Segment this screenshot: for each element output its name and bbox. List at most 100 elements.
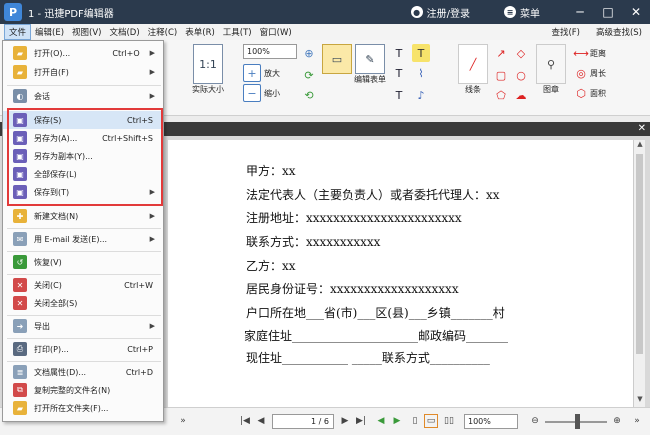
doc-line: 乙方：xx bbox=[246, 259, 296, 273]
menu-item-close[interactable]: ✕ 关闭(C) Ctrl+W bbox=[3, 276, 163, 294]
menu-view[interactable]: 视图(V) bbox=[68, 25, 105, 39]
menu-item-revert[interactable]: ↺ 恢复(V) bbox=[3, 253, 163, 271]
distance-button[interactable]: ⟷ 距离 bbox=[573, 44, 606, 62]
perimeter-button[interactable]: ◎ 周长 bbox=[574, 64, 606, 82]
menu-bar: 文件 编辑(E) 视图(V) 文档(D) 注释(C) 表单(R) 工具(T) 窗… bbox=[0, 24, 650, 40]
polyline-button[interactable]: ◇ bbox=[512, 44, 530, 62]
line-icon: ╱ bbox=[458, 44, 488, 84]
main-menu-button[interactable]: ≡ 菜单 bbox=[504, 5, 540, 20]
actual-size-button[interactable]: 1:1 实际大小 bbox=[192, 44, 224, 95]
menu-file[interactable]: 文件 bbox=[4, 24, 32, 40]
zoom-out-status-icon[interactable]: ⊖ bbox=[528, 414, 542, 428]
menu-item-print[interactable]: ⎙ 打印(P)... Ctrl+P bbox=[3, 340, 163, 358]
menu-item-export[interactable]: ➜ 导出 ▶ bbox=[3, 317, 163, 335]
menu-comment[interactable]: 注释(C) bbox=[144, 25, 182, 39]
menu-edit[interactable]: 编辑(E) bbox=[31, 25, 68, 39]
scroll-up-icon[interactable]: ▲ bbox=[634, 140, 646, 152]
back-icon[interactable]: ◀ bbox=[374, 414, 388, 428]
submenu-arrow-icon: ▶ bbox=[149, 235, 155, 243]
revert-icon: ↺ bbox=[13, 255, 27, 269]
folder-icon: ▰ bbox=[13, 65, 27, 79]
continuous-page-icon[interactable]: ▭ bbox=[424, 414, 438, 428]
window-title: 1 - 迅捷PDF编辑器 bbox=[28, 8, 114, 20]
arrow-button[interactable]: ↗ bbox=[492, 44, 510, 62]
textbox-icon: T bbox=[395, 66, 403, 80]
menu-item-session[interactable]: ◐ 会话 ▶ bbox=[3, 87, 163, 105]
sound-button[interactable]: ♪ bbox=[412, 86, 430, 104]
minimize-button[interactable]: ─ bbox=[566, 0, 594, 24]
status-zoom-select[interactable]: 100% bbox=[464, 414, 518, 429]
single-page-icon[interactable]: ▯ bbox=[408, 414, 422, 428]
menu-item-close-all[interactable]: ✕ 关闭全部(S) bbox=[3, 294, 163, 312]
area-button[interactable]: ⬡ 面积 bbox=[574, 84, 606, 102]
menu-item-copy-filename[interactable]: ⧉ 复制完整的文件名(N) bbox=[3, 381, 163, 399]
menu-item-open-folder[interactable]: ▰ 打开所在文件夹(F)... bbox=[3, 399, 163, 417]
submenu-arrow-icon: ▶ bbox=[149, 49, 155, 57]
rotate-button[interactable]: ⟳ bbox=[300, 66, 318, 84]
menu-item-email[interactable]: ✉ 用 E-mail 发送(E)... ▶ bbox=[3, 230, 163, 248]
callout-button[interactable]: T bbox=[390, 86, 408, 104]
polygon-button[interactable]: ⬠ bbox=[492, 86, 510, 104]
text-field-button[interactable]: T bbox=[390, 44, 408, 62]
ellipse-icon: ○ bbox=[516, 68, 526, 82]
more-status-icon[interactable]: » bbox=[630, 414, 644, 428]
maximize-button[interactable]: □ bbox=[594, 0, 622, 24]
prev-page-icon[interactable]: ◀ bbox=[254, 414, 268, 428]
scroll-thumb[interactable] bbox=[636, 154, 643, 354]
main-menu-label: 菜单 bbox=[520, 8, 540, 20]
cloud-button[interactable]: ☁ bbox=[512, 86, 530, 104]
forward-icon[interactable]: ▶ bbox=[390, 414, 404, 428]
menu-form[interactable]: 表单(R) bbox=[181, 25, 219, 39]
more-icon[interactable]: » bbox=[176, 414, 190, 428]
menu-item-open[interactable]: ▰ 打开(O)... Ctrl+O ▶ bbox=[3, 44, 163, 62]
doc-line: 注册地址：xxxxxxxxxxxxxxxxxxxxxxx bbox=[246, 211, 462, 225]
menu-window[interactable]: 窗口(W) bbox=[256, 25, 296, 39]
ellipse-button[interactable]: ○ bbox=[512, 66, 530, 84]
rectangle-button[interactable]: ▢ bbox=[492, 66, 510, 84]
zoom-out-button[interactable]: − 缩小 bbox=[243, 84, 280, 102]
app-logo-icon: P bbox=[4, 3, 22, 21]
line-button[interactable]: ╱ 线条 bbox=[458, 44, 488, 95]
login-button[interactable]: ● 注册/登录 bbox=[410, 5, 470, 20]
speaker-icon: ♪ bbox=[417, 88, 425, 102]
zoom-in-button[interactable]: + 放大 bbox=[243, 64, 280, 82]
advanced-find-button[interactable]: 高级查找(S) bbox=[592, 25, 646, 39]
zoom-slider-thumb[interactable] bbox=[575, 414, 580, 429]
open-folder-icon: ▰ bbox=[13, 401, 27, 415]
menu-item-open-from[interactable]: ▰ 打开自(F) ▶ bbox=[3, 63, 163, 81]
menu-item-new-document[interactable]: ✚ 新建文档(N) ▶ bbox=[3, 207, 163, 225]
textbox-button[interactable]: T bbox=[390, 64, 408, 82]
attach-file-button[interactable]: ⌇ bbox=[412, 64, 430, 82]
find-button[interactable]: 查找(F) bbox=[547, 25, 584, 39]
stamp-button[interactable]: ⚲ 图章 bbox=[536, 44, 566, 95]
doc-line: 现住址___________ _____联系方式__________ bbox=[246, 351, 490, 365]
stamp-label: 图章 bbox=[543, 85, 559, 94]
zoom-tool-button[interactable]: ⊕ bbox=[300, 44, 318, 62]
last-page-icon[interactable]: ▶| bbox=[354, 414, 368, 428]
submenu-arrow-icon: ▶ bbox=[149, 68, 155, 76]
edit-form-button[interactable]: ✎ 编辑表单 bbox=[354, 44, 386, 85]
menu-document[interactable]: 文档(D) bbox=[105, 25, 143, 39]
zoom-in-status-icon[interactable]: ⊕ bbox=[610, 414, 624, 428]
scroll-down-icon[interactable]: ▼ bbox=[634, 395, 646, 407]
zoom-select[interactable]: 100% bbox=[243, 44, 297, 59]
page-number-input[interactable]: 1 / 6 bbox=[272, 414, 334, 429]
menu-item-properties[interactable]: ≣ 文档属性(D)... Ctrl+D bbox=[3, 363, 163, 381]
refresh-button[interactable]: ⟲ bbox=[300, 86, 318, 104]
actual-size-icon: 1:1 bbox=[193, 44, 223, 84]
facing-page-icon[interactable]: ▯▯ bbox=[442, 414, 456, 428]
copy-filename-icon: ⧉ bbox=[13, 383, 27, 397]
zoom-in-label: 放大 bbox=[264, 68, 280, 78]
cloud-icon: ☁ bbox=[515, 88, 527, 102]
close-button[interactable]: ✕ bbox=[622, 0, 650, 24]
rectangle-icon: ▢ bbox=[495, 68, 507, 82]
close-tab-icon[interactable]: ✕ bbox=[638, 122, 646, 136]
edit-form-icon: ✎ bbox=[355, 44, 385, 74]
text-field-icon: T bbox=[395, 46, 403, 60]
menu-tools[interactable]: 工具(T) bbox=[219, 25, 256, 39]
next-page-icon[interactable]: ▶ bbox=[338, 414, 352, 428]
select-area-button[interactable]: ▭ bbox=[322, 44, 352, 74]
first-page-icon[interactable]: |◀ bbox=[238, 414, 252, 428]
note-button[interactable]: T bbox=[412, 44, 430, 62]
vertical-scrollbar[interactable]: ▲ ▼ bbox=[633, 140, 645, 407]
